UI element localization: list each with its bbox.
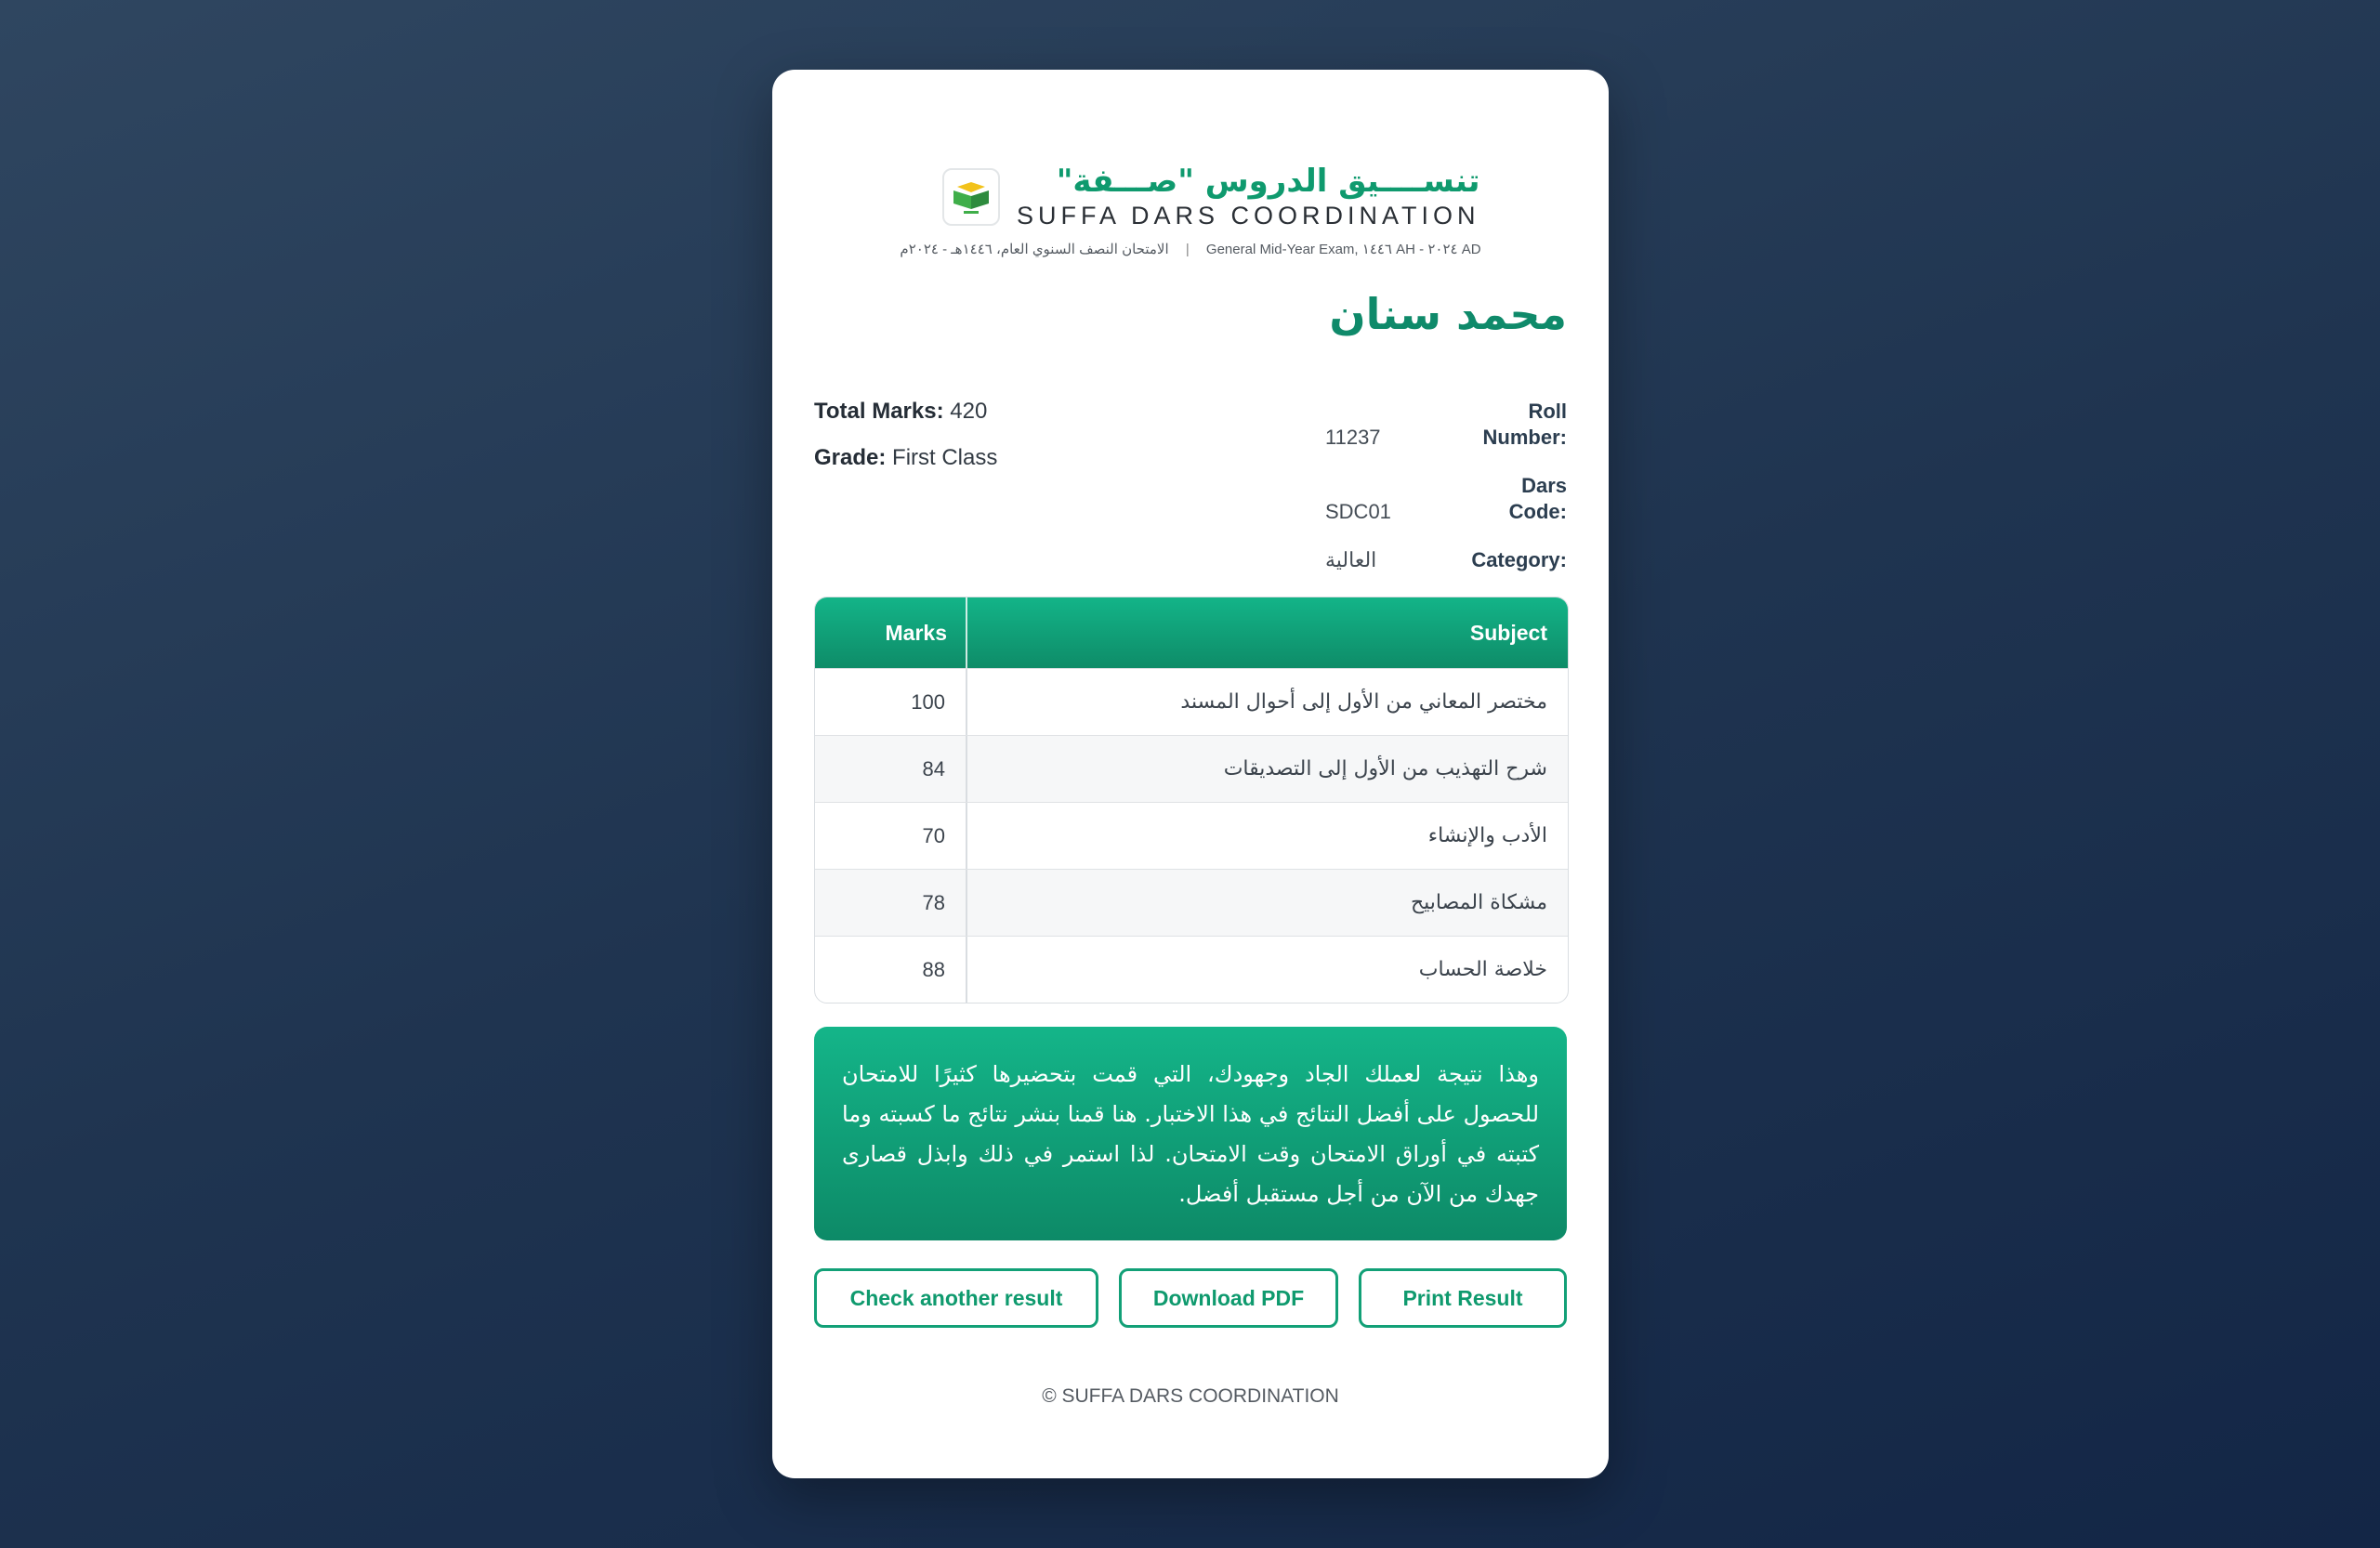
- exam-title-arabic: الامتحان النصف السنوي العام، ١٤٤٦هـ - ٢٠…: [900, 242, 1169, 257]
- roll-number-value: 11237: [1325, 426, 1381, 449]
- print-result-button[interactable]: Print Result: [1359, 1268, 1567, 1328]
- category-value: العالية: [1325, 548, 1377, 571]
- table-header: Marks Subject: [815, 597, 1568, 668]
- download-pdf-button[interactable]: Download PDF: [1119, 1268, 1338, 1328]
- dars-code-label: Dars Code:: [1508, 474, 1567, 523]
- exam-title: الامتحان النصف السنوي العام، ١٤٤٦هـ - ٢٠…: [772, 241, 1609, 257]
- table-row: 100 مختصر المعاني من الأول إلى أحوال الم…: [815, 668, 1568, 735]
- subject-cell: مشكاة المصابيح: [1410, 891, 1547, 914]
- subject-cell: خلاصة الحساب: [1418, 958, 1547, 981]
- roll-number-label: Roll Number:: [1482, 400, 1567, 449]
- result-card: تنســــيق الدروس "صـــفة" SUFFA DARS COO…: [772, 70, 1609, 1478]
- category-label: Category:: [1471, 548, 1567, 571]
- marks-cell: 88: [815, 937, 967, 1003]
- table-row: 78 مشكاة المصابيح: [815, 869, 1568, 936]
- footer-copyright: © SUFFA DARS COORDINATION: [1042, 1385, 1339, 1407]
- grade: Grade: First Class: [814, 445, 997, 471]
- marks-table: Marks Subject 100 مختصر المعاني من الأول…: [814, 597, 1569, 1004]
- brand-header: تنســــيق الدروس "صـــفة" SUFFA DARS COO…: [942, 163, 1480, 231]
- table-row: 88 خلاصة الحساب: [815, 936, 1568, 1003]
- total-marks: Total Marks: 420: [814, 399, 997, 425]
- brand-name-english: SUFFA DARS COORDINATION: [1017, 202, 1480, 230]
- marks-cell: 100: [815, 669, 967, 735]
- marks-cell: 70: [815, 803, 967, 869]
- roll-number-row: 11237 Roll Number:: [1325, 399, 1567, 451]
- grade-value: First Class: [892, 445, 998, 470]
- student-details: 11237 Roll Number: SDC01 Dars Code: العا…: [1325, 399, 1567, 596]
- congratulations-message: وهذا نتيجة لعملك الجاد وجهودك، التي قمت …: [814, 1027, 1567, 1240]
- marks-cell: 84: [815, 736, 967, 802]
- total-marks-label: Total Marks:: [814, 399, 944, 424]
- grade-label: Grade:: [814, 445, 887, 470]
- category-row: العالية Category:: [1325, 547, 1567, 573]
- brand-name-arabic: تنســــيق الدروس "صـــفة": [1056, 163, 1480, 200]
- subject-cell: مختصر المعاني من الأول إلى أحوال المسند: [1180, 690, 1547, 714]
- exam-title-separator: |: [1185, 242, 1190, 257]
- result-summary: Total Marks: 420 Grade: First Class: [814, 399, 997, 492]
- dars-code-value: SDC01: [1325, 500, 1391, 523]
- column-header-marks: Marks: [815, 597, 967, 668]
- action-buttons: Check another result Download PDF Print …: [814, 1268, 1567, 1328]
- table-row: 84 شرح التهذيب من الأول إلى التصديقات: [815, 735, 1568, 802]
- student-name: محمد سنان: [1329, 289, 1567, 339]
- book-logo-icon: [942, 168, 1000, 226]
- exam-title-english: General Mid-Year Exam, ١٤٤٦ AH - ٢٠٢٤ AD: [1205, 242, 1481, 257]
- total-marks-value: 420: [950, 399, 988, 424]
- column-header-subject: Subject: [1469, 620, 1547, 645]
- dars-code-row: SDC01 Dars Code:: [1325, 473, 1567, 525]
- marks-cell: 78: [815, 870, 967, 936]
- check-another-result-button[interactable]: Check another result: [814, 1268, 1098, 1328]
- subject-cell: الأدب والإنشاء: [1427, 824, 1547, 847]
- subject-cell: شرح التهذيب من الأول إلى التصديقات: [1223, 757, 1547, 781]
- table-row: 70 الأدب والإنشاء: [815, 802, 1568, 869]
- brand-text: تنســــيق الدروس "صـــفة" SUFFA DARS COO…: [1017, 163, 1480, 231]
